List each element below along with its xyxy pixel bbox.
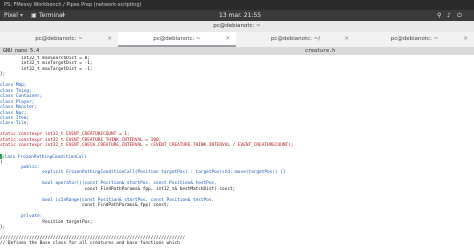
code-editor[interactable]: int32_t maxSearchDist = 0; int32_t minTa… — [0, 56, 474, 250]
app-menu-chevron-icon[interactable]: ▾ — [62, 10, 65, 21]
code-line: const FindPathParams& fpp) const; — [0, 203, 170, 209]
code-line: explicit FrozenPathingConditionCall(Posi… — [0, 170, 286, 176]
code-line: int32_t maxTargetDist = -1; — [0, 66, 93, 72]
window-title: PS: FMessy Workbench / Pipes Prep (netwo… — [4, 2, 142, 8]
code-line: const FindPathParams& fpp, int32_t& best… — [0, 186, 236, 192]
activities-button[interactable]: Pixel — [4, 10, 18, 21]
terminal-app-icon: ▣ — [31, 12, 37, 19]
tab-label: pc@debianotc: ~ — [153, 36, 201, 42]
close-icon[interactable]: ✕ — [344, 32, 349, 47]
code-line: class Tile; — [0, 121, 30, 127]
tab-1[interactable]: pc@debianotc: ~ ✕ — [0, 32, 118, 47]
tab-3[interactable]: pc@debianotc: ~/ ✕ — [236, 32, 355, 47]
code-line: class FrozenPathingConditionCall — [0, 154, 87, 161]
close-icon[interactable]: ✕ — [463, 32, 468, 47]
nano-filename: creature.h — [305, 48, 336, 54]
chevron-down-icon[interactable]: ▾ — [20, 10, 23, 21]
network-icon[interactable]: ⚲ — [437, 10, 441, 21]
tab-2[interactable]: pc@debianotc: ~ ✕ — [118, 32, 236, 47]
text-cursor — [0, 154, 2, 160]
code-line: static constexpr int32_t EVENT_CHECK_CRE… — [0, 143, 294, 149]
terminal-tabbar: pc@debianotc: ~ ✕ pc@debianotc: ~ ✕ pc@d… — [0, 32, 474, 48]
system-topbar: Pixel ▾ ▣ Terminal ▾ 13 mar. 21:55 ⚲ ♪ ⏻ — [0, 10, 474, 21]
code-line: }; — [0, 224, 6, 230]
volume-icon[interactable]: ♪ — [447, 10, 451, 21]
power-icon[interactable]: ⏻ — [457, 10, 462, 21]
close-icon[interactable]: ✕ — [107, 32, 112, 47]
window-titlebar: PS: FMessy Workbench / Pipes Prep (netwo… — [0, 0, 474, 10]
tab-label: pc@debianotc: ~/ — [270, 36, 321, 42]
close-icon[interactable]: ✕ — [225, 32, 230, 47]
tab-label: pc@debianotc: ~ — [390, 36, 439, 42]
terminal-title-text: pc@debianotc: ~ — [213, 23, 261, 29]
tab-4[interactable]: pc@debianotc: ~ ✕ — [355, 32, 474, 47]
clock[interactable]: 13 mar. 21:55 — [219, 10, 261, 21]
code-line: // Defines the Base class for all creatu… — [0, 241, 180, 247]
nano-header: GNU nano 5.4 creature.h — [0, 47, 474, 55]
code-line: }; — [0, 72, 6, 78]
code-line: Position targetPos; — [0, 219, 93, 225]
nano-version: GNU nano 5.4 — [3, 48, 40, 54]
app-menu-button[interactable]: Terminal — [39, 10, 64, 21]
tab-label: pc@debianotc: ~ — [35, 36, 83, 42]
